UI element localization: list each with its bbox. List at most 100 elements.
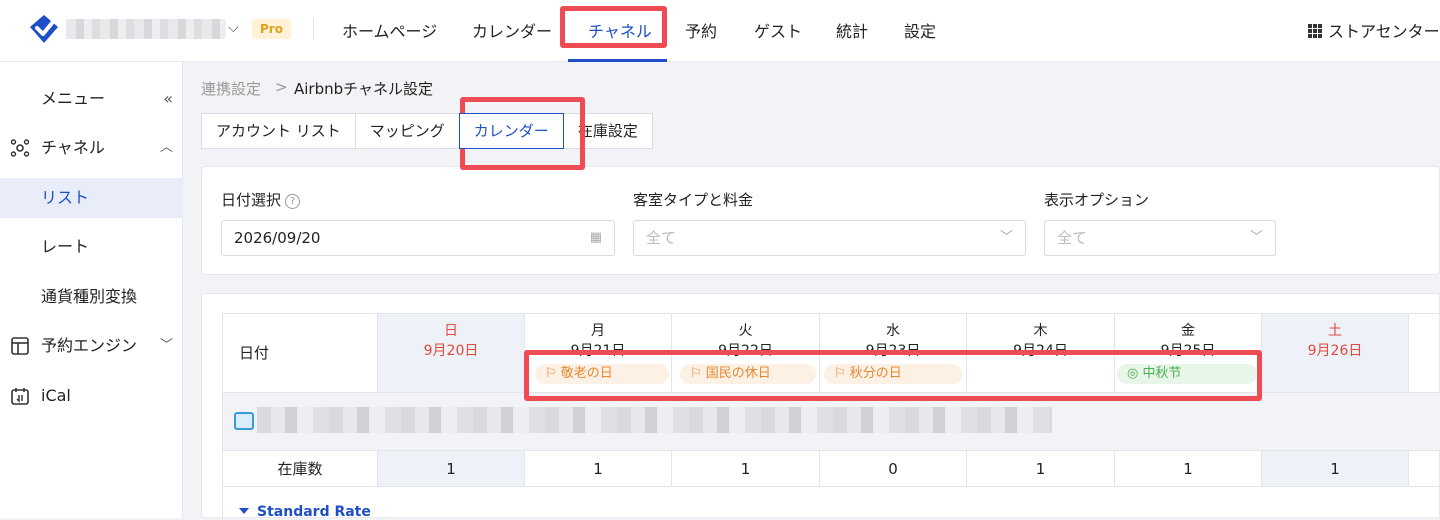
holiday-name: 中秋节 (1142, 366, 1182, 381)
day-header-mon: 月 9月21日 ⚐ 敬老の日 (525, 314, 672, 393)
room-icon (234, 412, 254, 430)
room-name-blurred[interactable] (257, 407, 1052, 433)
chevron-down-icon: ﹀ (1249, 230, 1263, 245)
chevron-down-icon: ﹀ (159, 338, 173, 353)
inventory-cell[interactable]: 1 (1262, 451, 1409, 487)
sidebar-item-ical[interactable]: iCal (0, 376, 183, 416)
flag-icon: ⚐ (690, 366, 706, 381)
active-nav-indicator (568, 59, 667, 62)
divider (313, 18, 314, 40)
brand-logo-icon[interactable] (26, 13, 62, 47)
caret-down-icon (239, 508, 249, 514)
grid-icon (1308, 24, 1322, 38)
filter-panel: 日付選択? 2026/09/20 ▦ 客室タイプと料金 全て ﹀ 表示オプション… (201, 166, 1440, 275)
flag-icon: ⚐ (545, 366, 561, 381)
day-header-overflow (1409, 314, 1440, 393)
breadcrumb-separator: > (275, 78, 288, 96)
weekday-label: 水 (886, 323, 900, 339)
calendar-sync-icon (10, 376, 30, 416)
sidebar-item-list[interactable]: リスト (0, 178, 183, 218)
date-label: 9月21日 (570, 343, 626, 359)
top-navigation-bar: ⌵ Pro ホームページ カレンダー チャネル 予約 ゲスト 統計 設定 ストア… (0, 0, 1440, 62)
weekday-label: 日 (444, 323, 458, 339)
holiday-tag: ⚐ 国民の休日 (680, 364, 816, 384)
holiday-tag: ◎ 中秋节 (1117, 364, 1257, 384)
sidebar-item-booking-engine[interactable]: 予約エンジン ﹀ (0, 326, 183, 366)
sidebar-item-currency-conversion[interactable]: 通貨種別変換 (0, 277, 183, 317)
date-label: 9月24日 (1013, 343, 1068, 359)
store-name-blurred[interactable] (66, 19, 226, 39)
sidebar: メニュー « チャネル ︿ リスト レート 通貨種別変換 予約エンジン ﹀ iC… (0, 62, 183, 518)
chevron-down-icon[interactable]: ⌵ (228, 20, 239, 36)
date-header-label: 日付 (239, 344, 270, 362)
room-type-select[interactable]: 全て ﹀ (633, 220, 1026, 256)
calendar-icon: ▦ (589, 230, 602, 245)
sidebar-item-rate[interactable]: レート (0, 227, 183, 267)
inventory-cell[interactable]: 1 (378, 451, 525, 487)
date-select-label-text: 日付選択 (221, 191, 282, 209)
room-type-row (223, 393, 1440, 451)
date-select-label: 日付選択? (221, 189, 301, 210)
room-type-placeholder: 全て (646, 229, 677, 247)
inventory-cell[interactable]: 1 (672, 451, 820, 487)
breadcrumb-parent[interactable]: 連携設定 (201, 78, 261, 99)
day-header-sat: 土 9月26日 (1262, 314, 1409, 393)
holiday-tag: ⚐ 敬老の日 (535, 364, 669, 384)
inventory-cell[interactable]: 1 (1115, 451, 1262, 487)
calendar-table: 日付 日 9月20日 月 9月21日 ⚐ 敬老の日 火 9月22日 ⚐ 国民の休… (222, 313, 1440, 520)
nav-statistics[interactable]: 統計 (836, 18, 868, 42)
date-label: 9月26日 (1307, 343, 1363, 359)
day-header-thu: 木 9月24日 (967, 314, 1115, 393)
nav-calendar[interactable]: カレンダー (472, 18, 552, 42)
sidebar-item-label: 通貨種別変換 (41, 287, 138, 306)
date-picker-input[interactable]: 2026/09/20 ▦ (221, 220, 615, 256)
sidebar-item-channel[interactable]: チャネル ︿ (0, 128, 183, 168)
chevron-up-icon: ︿ (159, 140, 173, 155)
holiday-name: 敬老の日 (560, 366, 613, 381)
inventory-cell[interactable]: 0 (820, 451, 967, 487)
inventory-cell-overflow (1409, 451, 1440, 487)
mooncake-icon: ◎ (1127, 366, 1143, 381)
sidebar-item-label: チャネル (41, 138, 105, 157)
inventory-cell[interactable]: 1 (525, 451, 672, 487)
menu-label: メニュー (41, 89, 106, 108)
nav-channel[interactable]: チャネル (588, 18, 652, 42)
holiday-tag: ⚐ 秋分の日 (824, 364, 962, 384)
date-label: 9月23日 (865, 343, 921, 359)
nav-home[interactable]: ホームページ (342, 18, 437, 42)
inventory-label: 在庫数 (223, 451, 378, 487)
pro-badge: Pro (252, 19, 291, 39)
sidebar-menu-header: メニュー « (0, 79, 183, 119)
nav-guest[interactable]: ゲスト (754, 18, 802, 42)
date-value: 2026/09/20 (234, 229, 321, 247)
flag-icon: ⚐ (834, 366, 850, 381)
date-label: 9月25日 (1160, 343, 1216, 359)
tab-inventory-settings[interactable]: 在庫設定 (562, 113, 653, 149)
room-type-label: 客室タイプと料金 (633, 191, 754, 209)
sidebar-item-label: リスト (41, 188, 90, 207)
holiday-name: 国民の休日 (705, 366, 771, 381)
sidebar-item-label: 予約エンジン (41, 336, 138, 355)
day-header-fri: 金 9月25日 ◎ 中秋节 (1115, 314, 1262, 393)
nav-reservation[interactable]: 予約 (685, 18, 717, 42)
tab-account-list[interactable]: アカウント リスト (201, 113, 356, 149)
sidebar-item-label: レート (41, 237, 90, 256)
weekday-label: 火 (738, 323, 753, 339)
store-center-link[interactable]: ストアセンター (1308, 18, 1440, 42)
channel-settings-tabs: アカウント リスト マッピング カレンダー 在庫設定 (201, 113, 653, 149)
weekday-label: 金 (1181, 323, 1195, 339)
help-icon[interactable]: ? (285, 194, 301, 209)
display-options-label: 表示オプション (1044, 191, 1150, 209)
tab-calendar[interactable]: カレンダー (458, 113, 564, 149)
weekday-label: 木 (1033, 323, 1048, 339)
display-options-select[interactable]: 全て ﹀ (1044, 220, 1276, 256)
collapse-icon[interactable]: « (163, 79, 173, 119)
date-label: 9月22日 (718, 343, 773, 359)
date-label: 9月20日 (423, 343, 479, 359)
inventory-cell[interactable]: 1 (967, 451, 1115, 487)
channel-icon (10, 128, 30, 168)
display-options-placeholder: 全て (1057, 229, 1088, 247)
nav-settings[interactable]: 設定 (904, 18, 936, 42)
tab-mapping[interactable]: マッピング (354, 113, 460, 149)
weekday-label: 土 (1328, 323, 1342, 339)
